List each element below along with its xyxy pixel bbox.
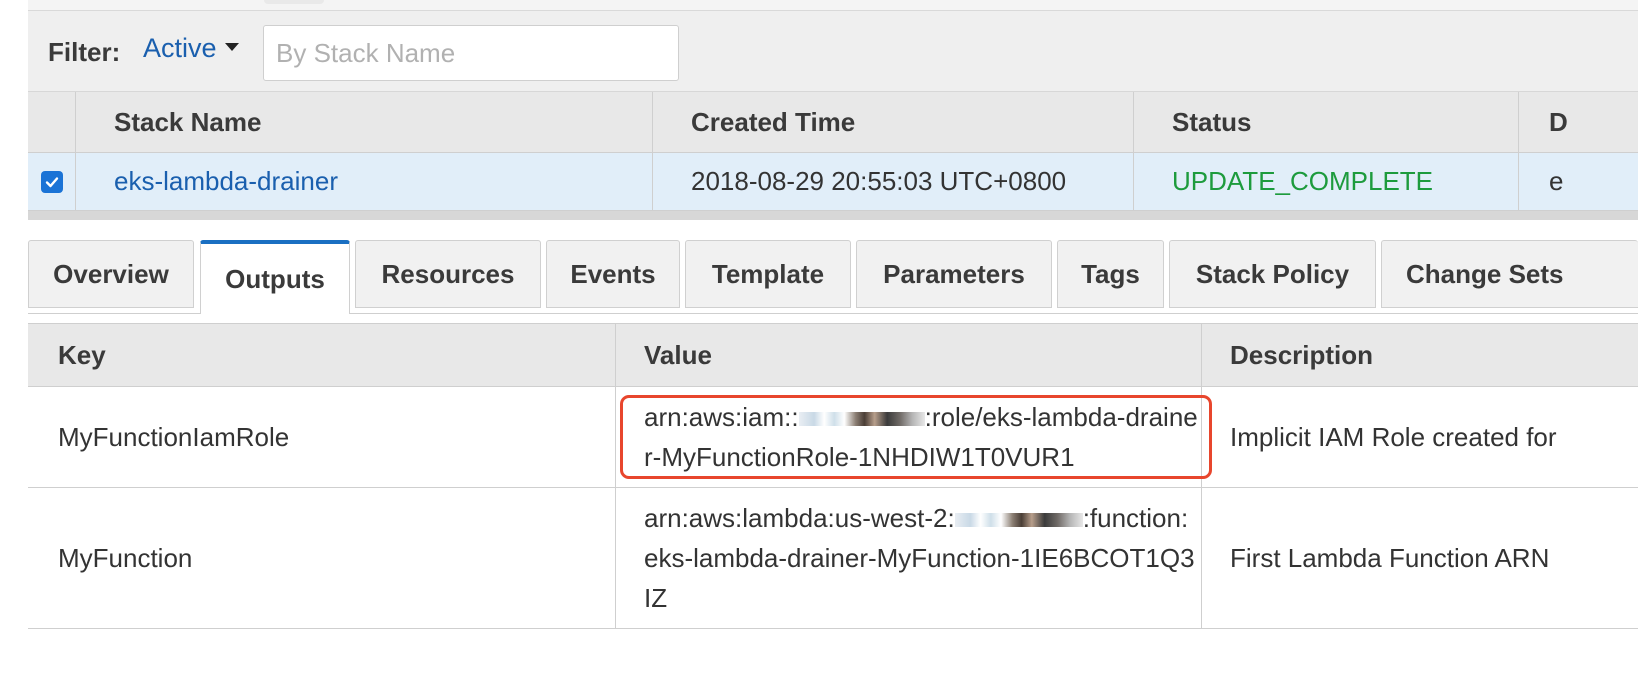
column-header-value: Value: [616, 324, 1202, 386]
checkmark-icon: [45, 176, 58, 187]
stack-name-link[interactable]: eks-lambda-drainer: [114, 166, 338, 197]
outputs-table-header: Key Value Description: [28, 324, 1638, 387]
output-value[interactable]: arn:aws:lambda:us-west-2::function:eks-l…: [616, 488, 1202, 628]
status-filter-value: Active: [143, 33, 217, 63]
column-header-status[interactable]: Status: [1134, 92, 1519, 152]
column-header-key: Key: [28, 324, 616, 386]
status-badge: UPDATE_COMPLETE: [1172, 166, 1434, 196]
table-row: MyFunctionIamRole arn:aws:iam:::role/eks…: [28, 387, 1638, 488]
select-column-header: [28, 92, 76, 152]
tab-parameters[interactable]: Parameters: [856, 240, 1052, 308]
column-header-stack-name[interactable]: Stack Name: [76, 92, 653, 152]
table-row: MyFunction arn:aws:lambda:us-west-2::fun…: [28, 488, 1638, 629]
output-description: First Lambda Function ARN: [1230, 542, 1550, 573]
top-tab-nub: [264, 0, 324, 4]
stack-name-cell: eks-lambda-drainer: [76, 153, 653, 210]
tab-resources[interactable]: Resources: [355, 240, 541, 308]
top-edge: [28, 0, 1638, 11]
value-prefix: arn:aws:lambda:us-west-2:: [644, 503, 955, 533]
tab-stack-policy[interactable]: Stack Policy: [1169, 240, 1376, 308]
row-checkbox[interactable]: [40, 170, 63, 193]
column-header-created-time[interactable]: Created Time: [653, 92, 1134, 152]
description-cell: e: [1549, 166, 1564, 196]
output-key: MyFunction: [28, 488, 616, 628]
stacks-table: Stack Name Created Time Status D eks-lam…: [28, 92, 1638, 211]
panel-resize-divider[interactable]: [28, 211, 1638, 220]
filter-label: Filter:: [48, 37, 121, 67]
caret-down-icon: [224, 42, 239, 51]
output-description: Implicit IAM Role created for: [1230, 421, 1557, 452]
row-select-cell: [28, 153, 76, 210]
table-row[interactable]: eks-lambda-drainer 2018-08-29 20:55:03 U…: [28, 153, 1638, 211]
redacted-account-id: [954, 513, 1083, 528]
tab-template[interactable]: Template: [685, 240, 851, 308]
output-key: MyFunctionIamRole: [28, 387, 616, 487]
stack-name-search-input[interactable]: [263, 25, 679, 81]
value-prefix: arn:aws:iam::: [644, 402, 799, 432]
column-header-description[interactable]: D: [1519, 92, 1638, 152]
filter-bar: Filter: Active: [28, 11, 1638, 92]
output-value-text: arn:aws:lambda:us-west-2::function:eks-l…: [644, 498, 1201, 618]
column-header-description: Description: [1230, 339, 1374, 370]
status-cell: UPDATE_COMPLETE: [1134, 153, 1519, 210]
tab-change-sets[interactable]: Change Sets: [1381, 240, 1638, 308]
redacted-account-id: [798, 412, 925, 427]
stacks-table-header: Stack Name Created Time Status D: [28, 92, 1638, 153]
status-filter-dropdown[interactable]: Active: [143, 33, 239, 64]
output-value[interactable]: arn:aws:iam:::role/eks-lambda-drainer-My…: [616, 387, 1202, 487]
tab-events[interactable]: Events: [546, 240, 680, 308]
outputs-table: Key Value Description MyFunctionIamRole …: [28, 323, 1638, 629]
detail-tabs: Overview Outputs Resources Events Templa…: [28, 240, 1638, 314]
tab-outputs[interactable]: Outputs: [200, 240, 350, 314]
created-time-cell: 2018-08-29 20:55:03 UTC+0800: [653, 153, 1134, 210]
tab-overview[interactable]: Overview: [28, 240, 194, 308]
tab-tags[interactable]: Tags: [1057, 240, 1164, 308]
output-value-text: arn:aws:iam:::role/eks-lambda-drainer-My…: [644, 397, 1201, 477]
